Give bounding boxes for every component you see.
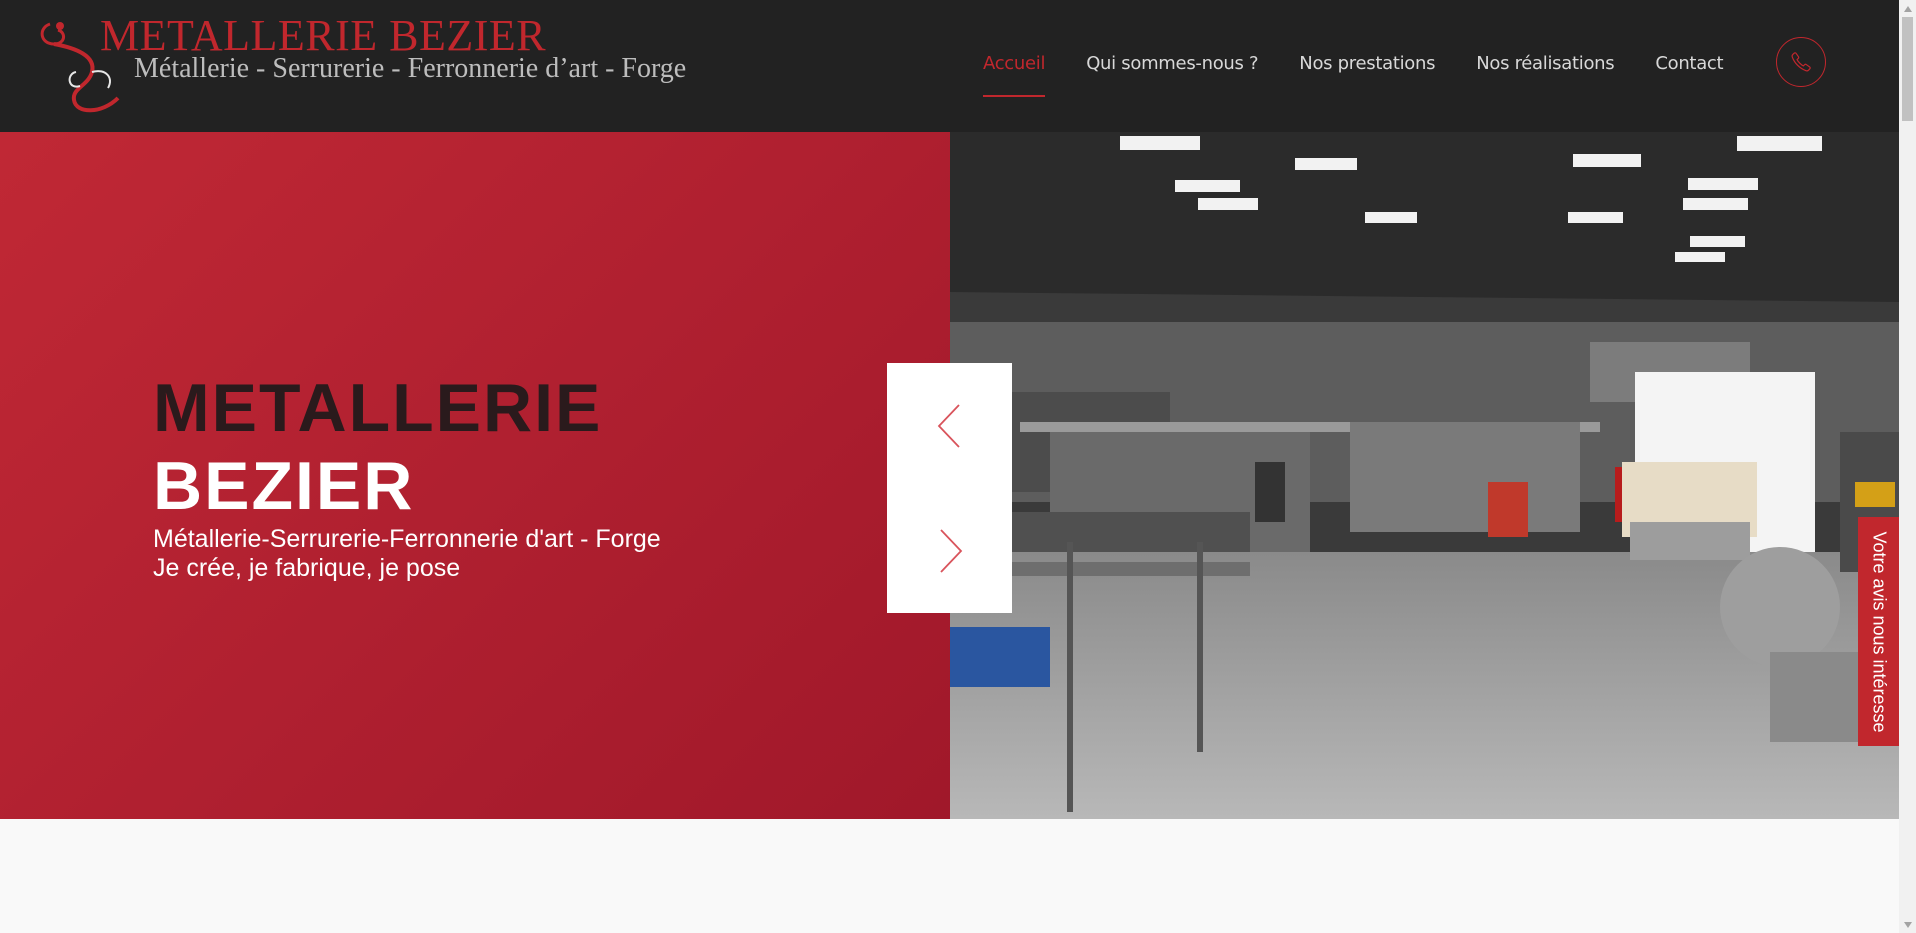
- chevron-left-icon: [937, 403, 960, 448]
- hero-subtitle: Métallerie-Serrurerie-Ferronnerie d'art …: [153, 525, 661, 583]
- scroll-up-arrow-icon[interactable]: [1899, 0, 1916, 17]
- slider-next-button[interactable]: [887, 488, 1012, 613]
- hero-title-line1: METALLERIE: [153, 370, 603, 446]
- hero-panel: [0, 132, 950, 819]
- feedback-tab-label: Votre avis nous intéresse: [1869, 530, 1889, 733]
- workshop-photo-illustration: [950, 132, 1899, 819]
- logo[interactable]: METALLERIE BEZIER Métallerie - Serrureri…: [36, 11, 686, 118]
- hero-title-line2: BEZIER: [153, 448, 415, 524]
- hero-subtitle-line1: Métallerie-Serrurerie-Ferronnerie d'art …: [153, 525, 661, 553]
- nav-item-nos-prestations[interactable]: Nos prestations: [1299, 52, 1435, 76]
- feedback-tab[interactable]: Votre avis nous intéresse: [1858, 517, 1899, 746]
- scrollbar-thumb[interactable]: [1902, 17, 1913, 121]
- slider-prev-button[interactable]: [887, 363, 1012, 488]
- chevron-right-icon: [939, 528, 962, 573]
- phone-icon: [1791, 52, 1811, 72]
- hero-subtitle-line2: Je crée, je fabrique, je pose: [153, 554, 461, 582]
- phone-button[interactable]: [1776, 37, 1826, 87]
- main-nav: Accueil Qui sommes-nous ? Nos prestation…: [983, 52, 1764, 97]
- nav-item-qui-sommes-nous[interactable]: Qui sommes-nous ?: [1086, 52, 1258, 76]
- site-header: METALLERIE BEZIER Métallerie - Serrureri…: [0, 0, 1899, 132]
- nav-item-accueil[interactable]: Accueil: [983, 52, 1045, 97]
- workshop-photo: [950, 132, 1899, 819]
- logo-title: METALLERIE BEZIER: [100, 11, 547, 60]
- scrollbar[interactable]: [1899, 0, 1916, 933]
- nav-item-nos-realisations[interactable]: Nos réalisations: [1476, 52, 1614, 76]
- slider-controls: [887, 363, 1012, 613]
- nav-item-contact[interactable]: Contact: [1655, 52, 1723, 76]
- scroll-down-arrow-icon[interactable]: [1899, 916, 1916, 933]
- content-section: [0, 819, 1899, 933]
- logo-subtitle: Métallerie - Serrurerie - Ferronnerie d’…: [134, 53, 687, 84]
